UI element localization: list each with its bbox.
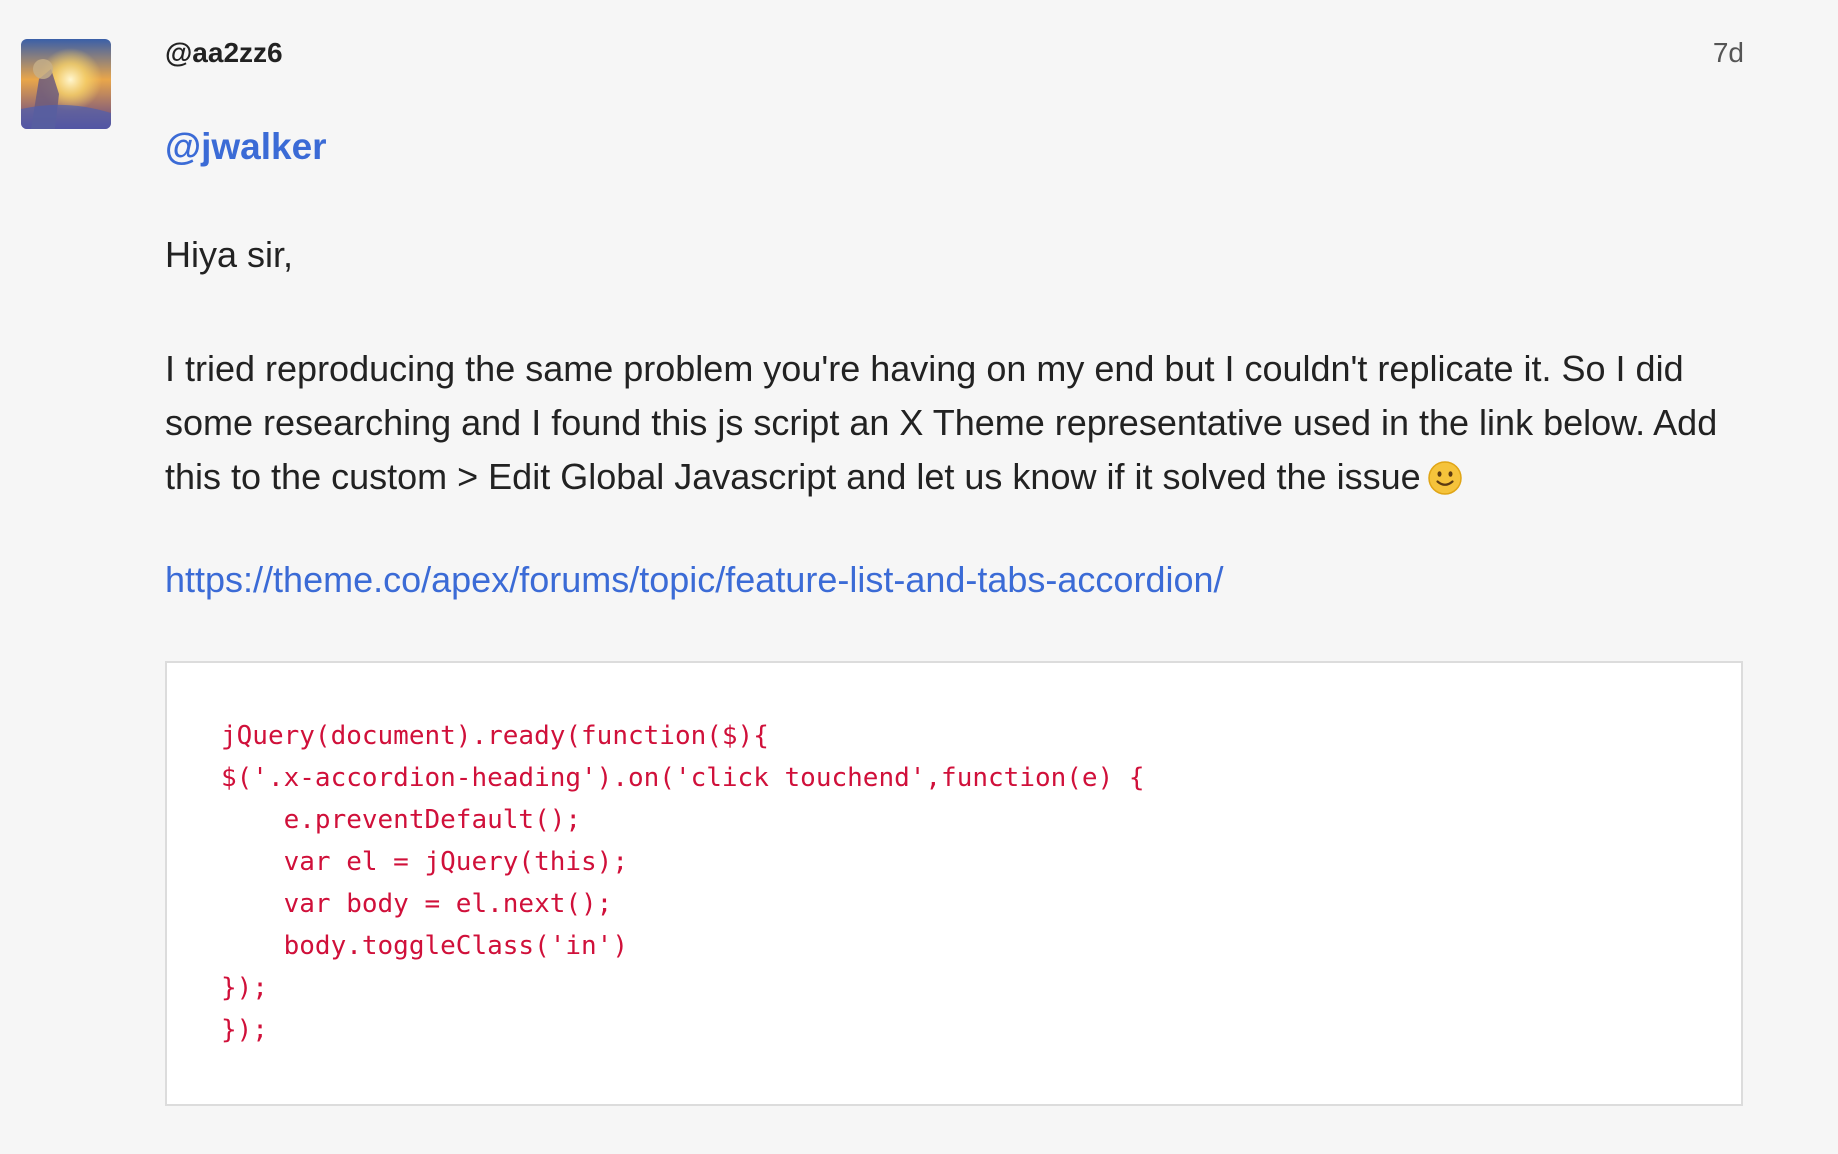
greeting-text: Hiya sir,	[165, 234, 294, 275]
code-content: jQuery(document).ready(function($){ $('.…	[221, 715, 1145, 1051]
slightly-smiling-face-icon	[1427, 457, 1463, 495]
author-username[interactable]: @aa2zz6	[165, 37, 283, 69]
code-line: });	[221, 973, 268, 1003]
mention-link[interactable]: @jwalker	[165, 126, 327, 168]
code-line: jQuery(document).ready(function($){	[221, 721, 769, 751]
code-line: e.preventDefault();	[221, 805, 582, 835]
paragraph-text: I tried reproducing the same problem you…	[165, 348, 1718, 497]
code-line: });	[221, 1015, 268, 1045]
code-line: body.toggleClass('in')	[221, 931, 628, 961]
post-paragraph: I tried reproducing the same problem you…	[165, 342, 1745, 504]
code-line: var body = el.next();	[221, 889, 613, 919]
avatar[interactable]	[21, 39, 111, 129]
code-line: var el = jQuery(this);	[221, 847, 628, 877]
post-age[interactable]: 7d	[1713, 37, 1744, 69]
topic-link[interactable]: https://theme.co/apex/forums/topic/featu…	[165, 559, 1224, 601]
code-line: $('.x-accordion-heading').on('click touc…	[221, 763, 1145, 793]
code-block[interactable]: jQuery(document).ready(function($){ $('.…	[165, 661, 1743, 1106]
